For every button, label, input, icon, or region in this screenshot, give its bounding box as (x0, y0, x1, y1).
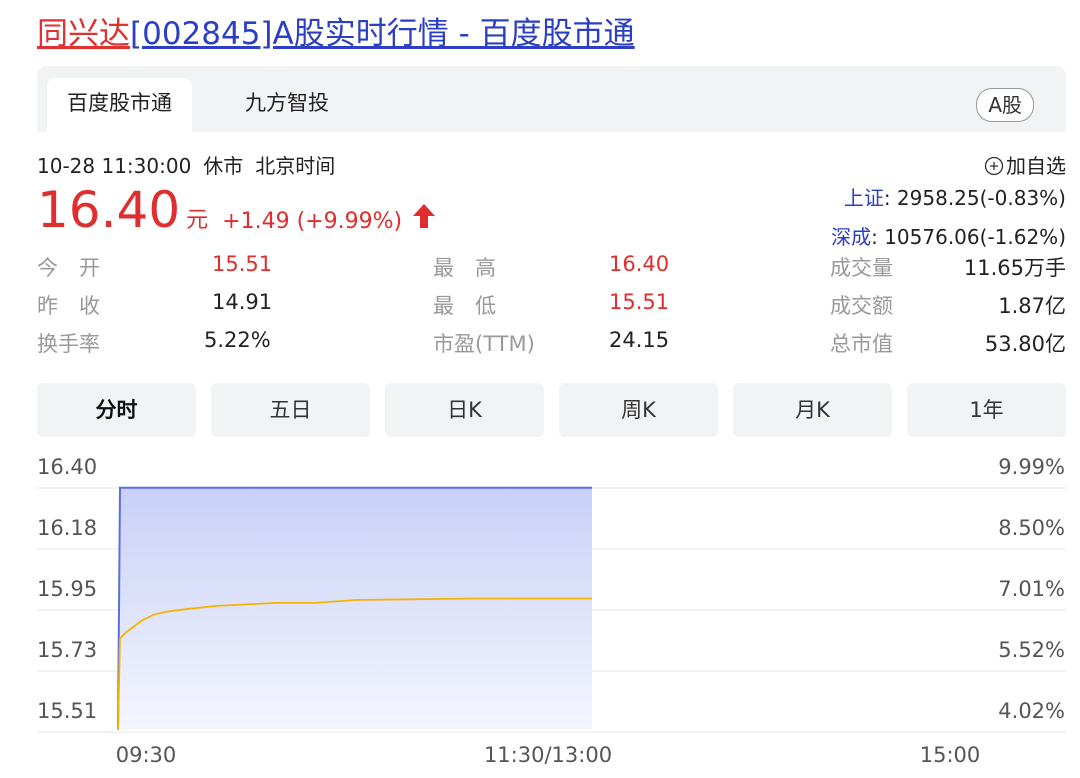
y-tick-label: 16.40 (37, 455, 97, 479)
tab-five-day[interactable]: 五日 (211, 383, 370, 437)
y-tick-label: 15.51 (37, 699, 97, 723)
stat-amount-label: 成交额 (830, 294, 893, 318)
y-pct-tick-label: 7.01% (998, 577, 1065, 601)
market-tag: A股 (976, 88, 1034, 122)
index-name[interactable]: 深成 (831, 225, 871, 249)
y-pct-tick-label: 5.52% (998, 638, 1065, 662)
stat-prev-close-label: 昨 收 (37, 294, 100, 318)
stat-turnover-label: 换手率 (37, 332, 100, 356)
stock-name-link[interactable]: 同兴达 (37, 16, 130, 52)
index-value: : 2958.25(-0.83%) (883, 186, 1066, 210)
stat-high-label: 最 高 (433, 256, 496, 280)
plus-circle-icon (984, 156, 1004, 176)
stat-volume-value: 11.65万手 (963, 256, 1066, 280)
x-tick-label: 09:30 (116, 743, 177, 767)
stat-high-value: 16.40 (609, 252, 670, 276)
current-price: 16.40 (37, 181, 181, 239)
price-row: 16.40 元 +1.49 (+9.99%) (37, 180, 436, 240)
y-tick-label: 15.95 (37, 577, 97, 601)
y-pct-tick-label: 9.99% (998, 455, 1065, 479)
y-pct-tick-label: 8.50% (998, 516, 1065, 540)
stat-open-label: 今 开 (37, 256, 100, 280)
stat-market-cap-label: 总市值 (830, 332, 893, 356)
tab-jiufang-zhitou[interactable]: 九方智投 (225, 78, 349, 132)
stat-market-cap-value: 53.80亿 (984, 332, 1066, 356)
tab-one-year[interactable]: 1年 (907, 383, 1066, 437)
stat-pe-value: 24.15 (609, 328, 670, 352)
intraday-chart[interactable]: 16.40 16.18 15.95 15.73 15.51 9.99% 8.50% 7.01… (0, 440, 1080, 778)
x-tick-label: 15:00 (920, 743, 981, 767)
y-pct-tick-label: 4.02% (998, 699, 1065, 723)
source-tab-bar: 百度股市通 九方智投 A股 (37, 66, 1066, 132)
tab-daily-k[interactable]: 日K (385, 383, 544, 437)
page-title-link[interactable]: [002845]A股实时行情 - 百度股市通 (130, 16, 635, 52)
stat-volume-label: 成交量 (830, 256, 893, 280)
y-tick-label: 15.73 (37, 638, 97, 662)
market-status: 休市 (203, 154, 244, 178)
tab-monthly-k[interactable]: 月K (733, 383, 892, 437)
tab-weekly-k[interactable]: 周K (559, 383, 718, 437)
index-value: : 10576.06(-1.62%) (871, 225, 1066, 249)
price-unit: 元 (186, 208, 209, 233)
period-tabs: 分时 五日 日K 周K 月K 1年 (37, 383, 1066, 437)
quote-datetime: 10-28 11:30:00 (37, 154, 192, 178)
index-name[interactable]: 上证 (844, 186, 884, 210)
index-shenzhen[interactable]: 深成: 10576.06(-1.62%) (831, 221, 1066, 250)
stat-turnover-value: 5.22% (204, 328, 271, 352)
stat-pe-label: 市盈(TTM) (433, 332, 535, 356)
stat-low-label: 最 低 (433, 294, 496, 318)
quote-meta: 10-28 11:30:00 休市 北京时间 (37, 150, 347, 179)
x-tick-label: 11:30/13:00 (484, 743, 612, 767)
tab-baidu-gushitong[interactable]: 百度股市通 (47, 78, 192, 132)
stat-amount-value: 1.87亿 (998, 294, 1066, 318)
arrow-up-icon (412, 202, 436, 234)
index-shanghai[interactable]: 上证: 2958.25(-0.83%) (844, 182, 1066, 211)
tab-intraday[interactable]: 分时 (37, 383, 196, 437)
y-tick-label: 16.18 (37, 516, 97, 540)
timezone: 北京时间 (255, 154, 336, 178)
stat-prev-close-value: 14.91 (212, 290, 273, 314)
add-watchlist-button[interactable]: 加自选 (984, 150, 1066, 179)
stat-open-value: 15.51 (212, 252, 273, 276)
page-title[interactable]: 同兴达[002845]A股实时行情 - 百度股市通 (37, 14, 635, 54)
price-change: +1.49 (+9.99%) (222, 209, 403, 234)
add-watchlist-label: 加自选 (1006, 154, 1066, 178)
stat-low-value: 15.51 (609, 290, 670, 314)
